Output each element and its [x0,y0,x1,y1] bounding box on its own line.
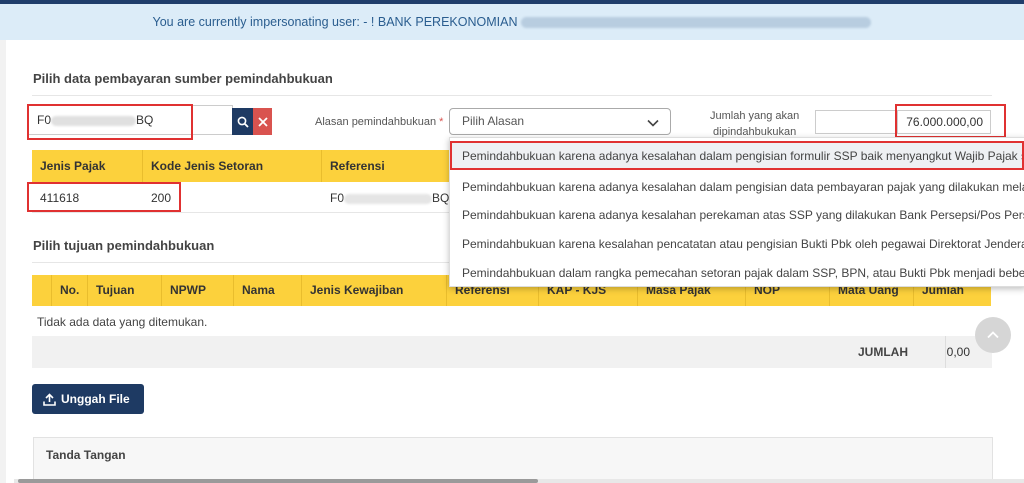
alasan-option-4[interactable]: Pemindahbukuan karena kesalahan pencatat… [450,230,1024,258]
jumlah-label: Jumlah yang akan dipindahbukukan [710,108,799,140]
cell-jenis-pajak: 411618 [40,191,80,205]
row-divider [32,212,450,213]
target-section-title: Pilih tujuan pemindahbukuan [33,238,215,253]
redacted-value [344,193,433,204]
source-section-title: Pilih data pembayaran sumber pemindahbuk… [33,71,333,86]
total-row: JUMLAH 0,00 [32,336,992,368]
impersonation-text: You are currently impersonating user: - … [152,15,518,29]
divider [32,95,992,96]
redacted-value [51,115,137,126]
alasan-label-text: Alasan pemindahbukuan [315,116,437,128]
alasan-option-1[interactable]: Pemindahbukuan karena adanya kesalahan d… [450,142,1024,170]
col-header-nama: Nama [234,275,302,306]
amount-field[interactable]: 76.000.000,00 [897,110,991,134]
left-gutter [0,40,6,483]
divider [32,262,450,263]
cell-referensi: F0 BQ [322,183,450,213]
col-header-spacer [32,275,52,306]
impersonation-banner: You are currently impersonating user: - … [0,4,1024,40]
upload-icon [43,384,56,414]
signature-panel: Tanda Tangan [33,437,993,483]
input-suffix: BQ [136,113,154,127]
scroll-to-top-button[interactable] [975,317,1011,353]
jumlah-label-line1: Jumlah yang akan [710,110,800,122]
referensi-suffix: BQ [432,191,450,205]
close-icon [257,113,268,129]
redacted-text [521,17,872,29]
total-label: JUMLAH [858,345,908,359]
input-prefix: F0 [37,113,52,127]
required-mark: * [439,116,444,128]
upload-file-button[interactable]: Unggah File [32,384,144,414]
col-header-npwp: NPWP [162,275,234,306]
referensi-prefix: F0 [330,191,345,205]
col-header-no: No. [52,275,88,306]
col-header-tujuan: Tujuan [88,275,162,306]
chevron-up-icon [987,326,999,343]
amount-field-left [815,110,897,134]
scrollbar-thumb[interactable] [18,479,538,483]
empty-message: Tidak ada data yang ditemukan. [37,315,208,329]
alasan-label: Alasan pemindahbukuan * [315,116,443,128]
alasan-selected-value: Pilih Alasan [462,114,525,128]
clear-button[interactable] [253,108,272,135]
source-reference-input[interactable]: F0 BQ [27,105,233,135]
col-header-jenis-pajak: Jenis Pajak [32,150,143,182]
alasan-dropdown-menu: Pemindahbukuan karena adanya kesalahan d… [449,137,1024,287]
total-value: 0,00 [946,345,970,359]
col-header-jenis-kewajiban: Jenis Kewajiban [302,275,447,306]
search-button[interactable] [232,108,253,135]
cell-kode-jenis-setoran: 200 [151,191,172,205]
chevron-down-icon [647,109,659,134]
horizontal-scrollbar[interactable] [14,479,1024,483]
search-icon [237,113,249,129]
signature-label: Tanda Tangan [46,448,126,462]
alasan-option-2[interactable]: Pemindahbukuan karena adanya kesalahan d… [450,173,1024,201]
col-header-kode-jenis-setoran: Kode Jenis Setoran [143,150,322,182]
alasan-option-3[interactable]: Pemindahbukuan karena adanya kesalahan p… [450,201,1024,229]
col-header-referensi: Referensi [322,150,450,182]
alasan-option-5[interactable]: Pemindahbukuan dalam rangka pemecahan se… [450,259,1024,286]
upload-label: Unggah File [61,392,130,406]
alasan-select[interactable]: Pilih Alasan [449,108,671,135]
